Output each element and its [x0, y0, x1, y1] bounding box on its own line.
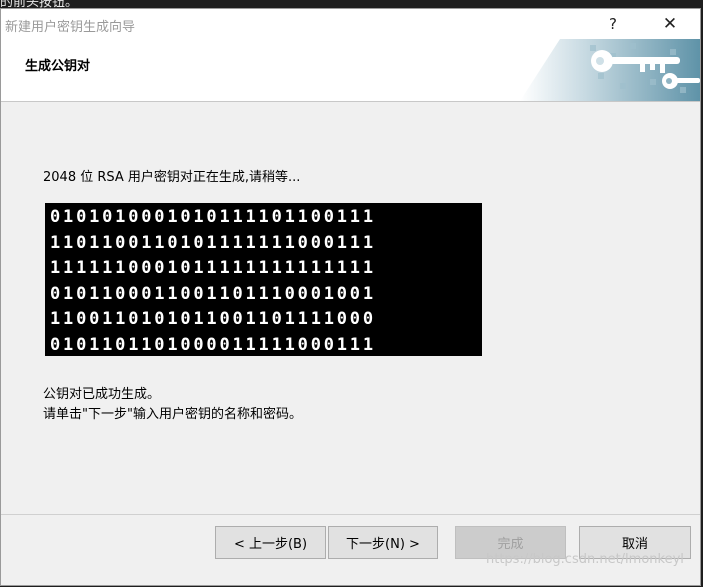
- close-button[interactable]: ✕: [648, 9, 692, 39]
- key-banner-icon: [520, 39, 700, 101]
- bit-row: 1111110001011111111111111: [50, 258, 376, 278]
- footer-divider: [1, 514, 700, 515]
- bit-row: 1100110101011001101111000: [50, 309, 376, 329]
- bit-row: 0101010001010111101100111: [50, 207, 376, 227]
- bit-row: 1101100110101111111000111: [50, 232, 376, 253]
- window-title: 新建用户密钥生成向导: [5, 20, 136, 35]
- success-message: 公钥对已成功生成。 请单击"下一步"输入用户密钥的名称和密码。: [43, 385, 302, 425]
- wizard-window: 新建用户密钥生成向导 ? ✕ 生成公钥对 2048 位 RSA 用户密钥对正在生…: [0, 8, 701, 586]
- next-button[interactable]: 下一步(N) >: [328, 526, 438, 559]
- help-button[interactable]: ?: [591, 9, 635, 39]
- bit-animation: 0101010001010111101100111 11011001101011…: [45, 203, 482, 356]
- bit-row: 0101101101000011111000111: [50, 334, 376, 355]
- wizard-header: 生成公钥对: [1, 39, 700, 102]
- bit-row: 0101100011001101110001001: [50, 283, 376, 304]
- title-bar[interactable]: 新建用户密钥生成向导 ? ✕: [1, 9, 700, 39]
- wizard-content: 2048 位 RSA 用户密钥对正在生成,请稍等... 010101000101…: [1, 102, 700, 512]
- instruction-line: 请单击"下一步"输入用户密钥的名称和密码。: [43, 407, 302, 422]
- back-button[interactable]: < 上一步(B): [215, 526, 326, 559]
- watermark: https://blog.csdn.net/lmonkeyl: [486, 552, 684, 567]
- page-title: 生成公钥对: [25, 59, 91, 74]
- success-line: 公钥对已成功生成。: [43, 387, 161, 402]
- generation-status: 2048 位 RSA 用户密钥对正在生成,请稍等...: [43, 170, 301, 185]
